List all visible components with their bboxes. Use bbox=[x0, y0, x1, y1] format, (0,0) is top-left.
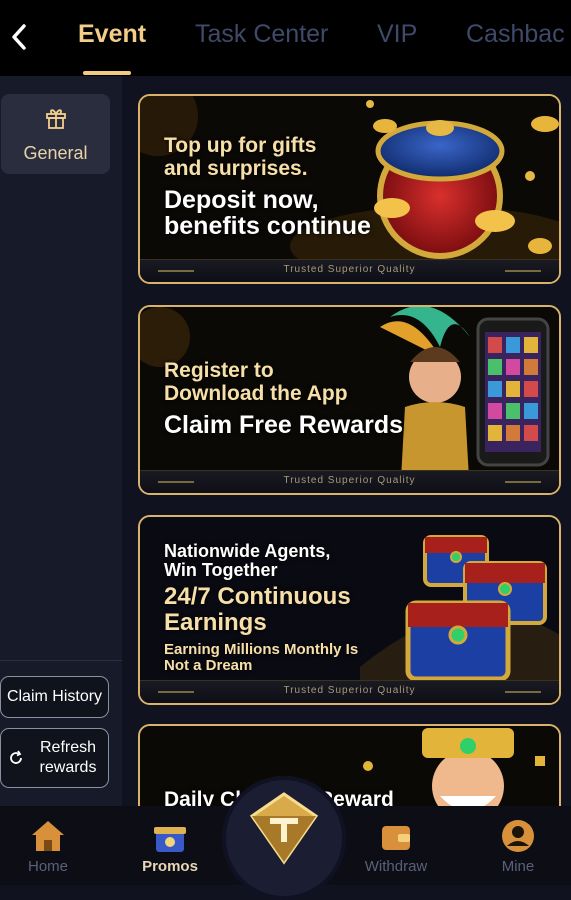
claim-history-button[interactable]: Claim History bbox=[0, 676, 109, 718]
tab-event[interactable]: Event bbox=[78, 20, 146, 49]
promo-banner-daily-reward[interactable]: Daily Ch Reward bbox=[138, 724, 561, 806]
banner-2-footer: Trusted Superior Quality bbox=[140, 470, 559, 493]
banner-1-footer: Trusted Superior Quality bbox=[140, 259, 559, 282]
nav-home-label: Home bbox=[27, 858, 68, 875]
promotions-list: Top up for gifts and surprises. Deposit … bbox=[122, 76, 571, 806]
nav-mine-label: Mine bbox=[501, 858, 535, 875]
banner-2-footer-text: Trusted Superior Quality bbox=[283, 475, 416, 486]
banner-2-line-3: Claim Free Rewards bbox=[164, 411, 403, 439]
banner-3-footer: Trusted Superior Quality bbox=[140, 680, 559, 703]
banner-3-line-5: Earning Millions Monthly Is bbox=[164, 641, 359, 658]
promo-banner-agents[interactable]: Nationwide Agents, Win Together 24/7 Con… bbox=[138, 515, 561, 705]
refresh-label-line1: Refresh bbox=[39, 739, 97, 756]
banner-1-line-4: benefits continue bbox=[164, 212, 371, 240]
nav-mine[interactable]: Mine bbox=[470, 806, 566, 885]
wallet-icon bbox=[382, 826, 410, 850]
diamond-logo-icon bbox=[249, 792, 319, 865]
banner-1-footer-text: Trusted Superior Quality bbox=[283, 264, 416, 275]
bottom-nav: Home Promos Withdraw Mine bbox=[0, 776, 571, 900]
refresh-rewards-button[interactable]: Refresh rewards bbox=[0, 728, 109, 788]
banner-2-line-1: Register to bbox=[164, 359, 274, 382]
nav-withdraw-label: Withdraw bbox=[364, 858, 428, 875]
refresh-label-line2: rewards bbox=[39, 759, 97, 776]
user-icon bbox=[502, 820, 534, 852]
banner-3-line-2: Win Together bbox=[164, 560, 278, 580]
gift-icon bbox=[46, 109, 66, 129]
top-tab-bar: Event Task Center VIP Cashbac bbox=[0, 0, 571, 76]
sidebar-divider bbox=[0, 660, 122, 661]
nav-promos[interactable]: Promos bbox=[122, 806, 218, 885]
active-tab-indicator bbox=[83, 71, 131, 75]
nav-withdraw[interactable]: Withdraw bbox=[348, 806, 444, 885]
banner-2-line-2: Download the App bbox=[164, 382, 348, 405]
banner-1-line-2: and surprises. bbox=[164, 157, 308, 180]
sidebar: General Claim History Refresh rewards bbox=[0, 76, 122, 806]
sidebar-item-general[interactable]: General bbox=[1, 94, 110, 174]
banner-3-line-3: 24/7 Continuous bbox=[164, 583, 351, 610]
tab-cashback[interactable]: Cashbac bbox=[466, 20, 565, 49]
refresh-icon bbox=[10, 750, 22, 764]
banner-1-line-1: Top up for gifts bbox=[164, 134, 317, 157]
promo-banner-download-app[interactable]: Register to Download the App Claim Free … bbox=[138, 305, 561, 495]
banner-3-line-1: Nationwide Agents, bbox=[164, 541, 331, 561]
banner-3-line-6: Not a Dream bbox=[164, 657, 253, 674]
tab-task-center[interactable]: Task Center bbox=[195, 20, 328, 49]
banner-3-line-4: Earnings bbox=[164, 609, 267, 636]
home-icon bbox=[32, 821, 64, 851]
banner-1-line-3: Deposit now, bbox=[164, 186, 319, 214]
tab-vip[interactable]: VIP bbox=[377, 20, 417, 49]
promos-gift-icon bbox=[154, 827, 186, 852]
nav-promos-label: Promos bbox=[142, 858, 198, 875]
sidebar-item-label: General bbox=[23, 143, 88, 163]
promo-banner-deposit[interactable]: Top up for gifts and surprises. Deposit … bbox=[138, 94, 561, 284]
banner-3-footer-text: Trusted Superior Quality bbox=[283, 685, 416, 696]
nav-home[interactable]: Home bbox=[0, 806, 96, 885]
back-arrow-icon[interactable] bbox=[6, 20, 32, 54]
center-logo-button[interactable] bbox=[222, 776, 346, 900]
